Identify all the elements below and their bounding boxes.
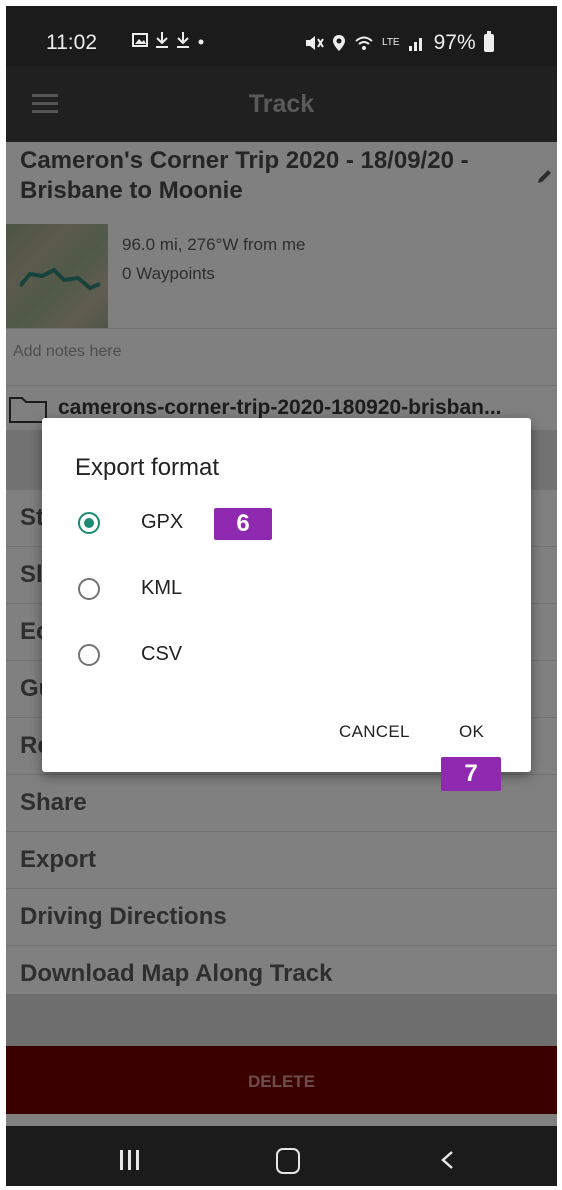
radio-button[interactable] bbox=[78, 578, 100, 600]
option-label: KML bbox=[141, 577, 183, 599]
back-icon[interactable] bbox=[438, 1150, 456, 1170]
option-csv[interactable]: CSV bbox=[42, 624, 531, 688]
annotation-badge-gpx: 6 bbox=[214, 508, 272, 540]
annotation-badge-ok: 7 bbox=[441, 757, 501, 791]
dot-icon bbox=[198, 39, 204, 45]
status-time: 11:02 bbox=[46, 31, 97, 54]
download-icon bbox=[156, 32, 168, 48]
mute-icon bbox=[306, 36, 324, 50]
notification-icons bbox=[132, 31, 205, 49]
radio-button[interactable] bbox=[78, 644, 100, 666]
download-icon bbox=[177, 32, 189, 48]
lte-label: LTE bbox=[382, 37, 400, 48]
wifi-icon bbox=[355, 36, 373, 50]
battery-percent: 97% bbox=[433, 31, 476, 54]
navigation-bar bbox=[6, 1126, 557, 1186]
battery-icon bbox=[483, 31, 494, 52]
dialog-title: Export format bbox=[75, 454, 220, 481]
gallery-icon bbox=[132, 33, 148, 47]
home-icon[interactable] bbox=[276, 1148, 300, 1174]
radio-button-checked[interactable] bbox=[78, 512, 100, 534]
status-bar: 11:02 LTE 97% bbox=[6, 6, 557, 66]
option-kml[interactable]: KML bbox=[42, 558, 531, 622]
option-label: CSV bbox=[141, 643, 183, 665]
app-screen: 11:02 LTE 97% Track Cameron's Corner Tri… bbox=[6, 6, 557, 1186]
recent-apps-icon[interactable] bbox=[120, 1150, 140, 1170]
cancel-button[interactable]: CANCEL bbox=[339, 722, 410, 742]
ok-button[interactable]: OK bbox=[459, 722, 484, 742]
option-gpx[interactable]: GPX bbox=[42, 492, 531, 556]
system-status-icons: LTE 97% bbox=[304, 31, 494, 55]
location-icon bbox=[333, 35, 345, 51]
option-label: GPX bbox=[141, 511, 184, 533]
export-format-dialog: Export format GPX KML CSV CANCEL OK bbox=[42, 418, 531, 772]
signal-icon bbox=[408, 38, 422, 51]
